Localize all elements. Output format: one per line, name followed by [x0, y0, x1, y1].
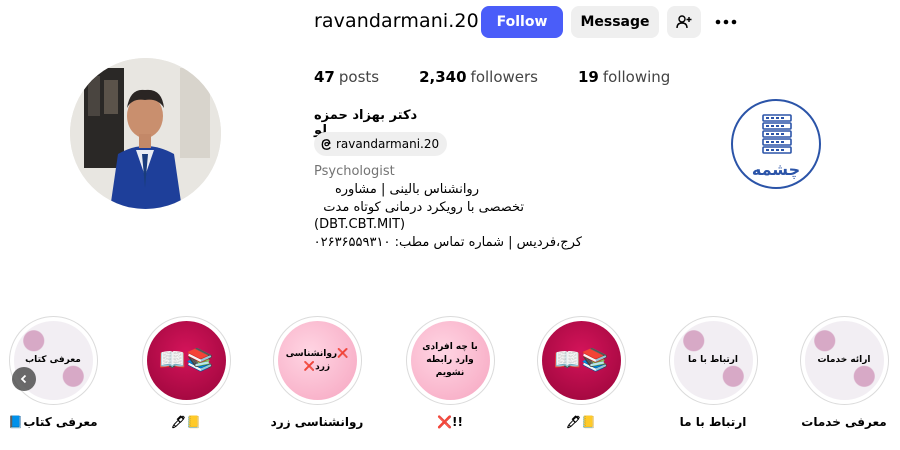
brand-logo: چشمه: [731, 99, 821, 189]
chevron-left-icon: [19, 374, 29, 384]
posts-stat: 47 posts: [314, 68, 379, 86]
highlight-cover: معرفی کتاب: [8, 316, 98, 405]
highlight-cover-text: ارتباط با ما: [673, 321, 753, 400]
highlight-cover: 📚📖: [141, 316, 231, 405]
following-count: 19: [578, 68, 599, 86]
posts-label: posts: [338, 68, 380, 86]
highlight-cover-text: 📚📖: [146, 321, 226, 400]
highlight-item[interactable]: 📚📖 📒🖊: [126, 316, 246, 429]
highlight-item[interactable]: ارائه خدمات معرفی خدمات: [784, 316, 900, 429]
highlight-item[interactable]: ارتباط با ما ارتباط با ما: [653, 316, 773, 429]
threads-icon: [320, 138, 333, 151]
bio-line: کرج،فردیس | شماره تماس مطب: ۰۲۶۳۶۵۵۹۳۱۰: [313, 234, 582, 250]
highlight-label: معرفی کتاب📘: [8, 415, 98, 429]
profile-category: Psychologist: [314, 164, 395, 179]
follow-button[interactable]: Follow: [481, 6, 563, 38]
highlight-cover-text: ارائه خدمات: [804, 321, 884, 400]
more-options-button[interactable]: [712, 6, 740, 38]
posts-count: 47: [314, 68, 335, 86]
person-plus-icon: [676, 14, 692, 30]
profile-username: ravandarmani.20: [314, 10, 479, 32]
followers-label: followers: [470, 68, 538, 86]
threads-link[interactable]: ravandarmani.20: [314, 132, 448, 156]
message-button[interactable]: Message: [571, 6, 659, 38]
profile-stats: 47 posts 2,340 followers 19 following: [314, 68, 710, 86]
highlight-cover-text: 📚📖: [541, 321, 621, 400]
bio-line: تخصصی با رویکرد درمانی کوتاه مدت: [323, 199, 524, 215]
highlight-label: !!❌: [437, 415, 463, 429]
logo-text: چشمه: [752, 160, 800, 180]
more-horizontal-icon: [715, 19, 737, 25]
highlight-item[interactable]: ❌روانشناسی زرد❌ روانشناسی زرد: [257, 316, 377, 429]
bio-line: روانشناس بالینی | مشاوره: [334, 182, 479, 197]
highlight-label: 📒🖊: [565, 415, 597, 429]
threads-handle: ravandarmani.20: [336, 137, 440, 151]
highlight-cover: ارتباط با ما: [668, 316, 758, 405]
highlights-scroll-left-button[interactable]: [12, 367, 36, 391]
highlight-cover: ارائه خدمات: [799, 316, 889, 405]
highlight-item[interactable]: با چه افرادی وارد رابطه نشویم !!❌: [390, 316, 510, 429]
profile-avatar[interactable]: [70, 58, 221, 209]
highlight-label: معرفی خدمات: [801, 415, 887, 429]
followers-link[interactable]: 2,340 followers: [419, 68, 538, 86]
highlight-cover: با چه افرادی وارد رابطه نشویم: [405, 316, 495, 405]
highlight-label: روانشناسی زرد: [270, 415, 364, 429]
following-label: following: [602, 68, 671, 86]
bio-line: (DBT.CBT.MIT): [314, 217, 406, 232]
following-link[interactable]: 19 following: [578, 68, 670, 86]
highlight-label: 📒🖊: [170, 415, 202, 429]
highlight-cover-text: با چه افرادی وارد رابطه نشویم: [410, 321, 490, 400]
highlight-label: ارتباط با ما: [679, 415, 747, 429]
profile-photo: [70, 58, 221, 209]
followers-count: 2,340: [419, 68, 467, 86]
highlight-cover: ❌روانشناسی زرد❌: [272, 316, 362, 405]
suggested-users-button[interactable]: [667, 6, 701, 38]
highlight-cover-text: ❌روانشناسی زرد❌: [277, 321, 357, 400]
profile-bio: روانشناس بالینی | مشاوره تخصصی با رویکرد…: [314, 181, 582, 251]
highlight-cover: 📚📖: [536, 316, 626, 405]
highlight-item[interactable]: 📚📖 📒🖊: [521, 316, 641, 429]
